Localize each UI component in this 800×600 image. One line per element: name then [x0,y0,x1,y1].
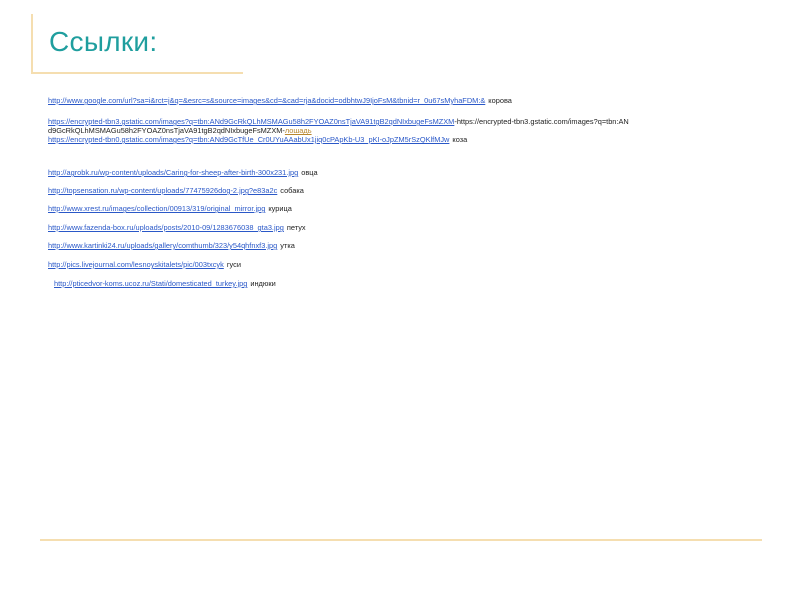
reference-link[interactable]: http://www.xrest.ru/images/collection/00… [48,204,265,213]
reference-label: овца [301,168,318,177]
reference-item: http://www.fazenda-box.ru/uploads/posts/… [48,223,306,232]
reference-label-link[interactable]: лошадь [285,126,312,135]
reference-link[interactable]: http://www.google.com/url?sa=i&rct=j&q=&… [48,96,485,105]
reference-link[interactable]: http://topsensation.ru/wp-content/upload… [48,186,277,195]
reference-item: http://agrobk.ru/wp-content/uploads/Cari… [48,168,318,177]
reference-item: http://www.kartinki24.ru/uploads/gallery… [48,241,295,250]
reference-link[interactable]: http://www.fazenda-box.ru/uploads/posts/… [48,223,284,232]
reference-link[interactable]: http://agrobk.ru/wp-content/uploads/Cari… [48,168,298,177]
reference-item: http://pics.livejournal.com/lesnoyskital… [48,260,241,269]
reference-label: собака [280,186,304,195]
reference-link[interactable]: http://pticedvor-koms.ucoz.ru/Stati/dome… [54,279,247,288]
reference-label: индюки [250,279,276,288]
reference-line: d9GcRkQLhMSMAGu58h2FYOAZ0nsTjaVA91tgB2qd… [48,126,760,135]
reference-label: утка [280,241,295,250]
page-title: Ссылки: [49,26,158,57]
reference-link[interactable]: http://pics.livejournal.com/lesnoyskital… [48,260,224,269]
reference-label: корова [488,96,512,105]
reference-link[interactable]: https://encrypted-tbn3.gstatic.com/image… [48,117,454,126]
footer-divider [40,539,762,541]
reference-item: http://pticedvor-koms.ucoz.ru/Stati/dome… [54,279,276,288]
reference-item: http://www.google.com/url?sa=i&rct=j&q=&… [48,96,512,105]
reference-label: гуси [226,260,241,269]
reference-item: http://www.xrest.ru/images/collection/00… [48,204,292,213]
slide: Ссылки: http://www.google.com/url?sa=i&r… [0,0,800,600]
reference-text: https://encrypted-tbn3.gstatic.com/image… [456,117,629,126]
reference-line: https://encrypted-tbn3.gstatic.com/image… [48,117,760,126]
reference-label: коза [452,135,468,144]
reference-link[interactable]: https://encrypted-tbn0.gstatic.com/image… [48,135,449,144]
reference-item-multiline: https://encrypted-tbn3.gstatic.com/image… [48,117,760,144]
reference-item: http://topsensation.ru/wp-content/upload… [48,186,304,195]
reference-link[interactable]: http://www.kartinki24.ru/uploads/gallery… [48,241,277,250]
reference-label: курица [268,204,292,213]
reference-text: d9GcRkQLhMSMAGu58h2FYOAZ0nsTjaVA91tgB2qd… [48,126,285,135]
reference-label: петух [286,223,306,232]
reference-line: https://encrypted-tbn0.gstatic.com/image… [48,135,760,144]
